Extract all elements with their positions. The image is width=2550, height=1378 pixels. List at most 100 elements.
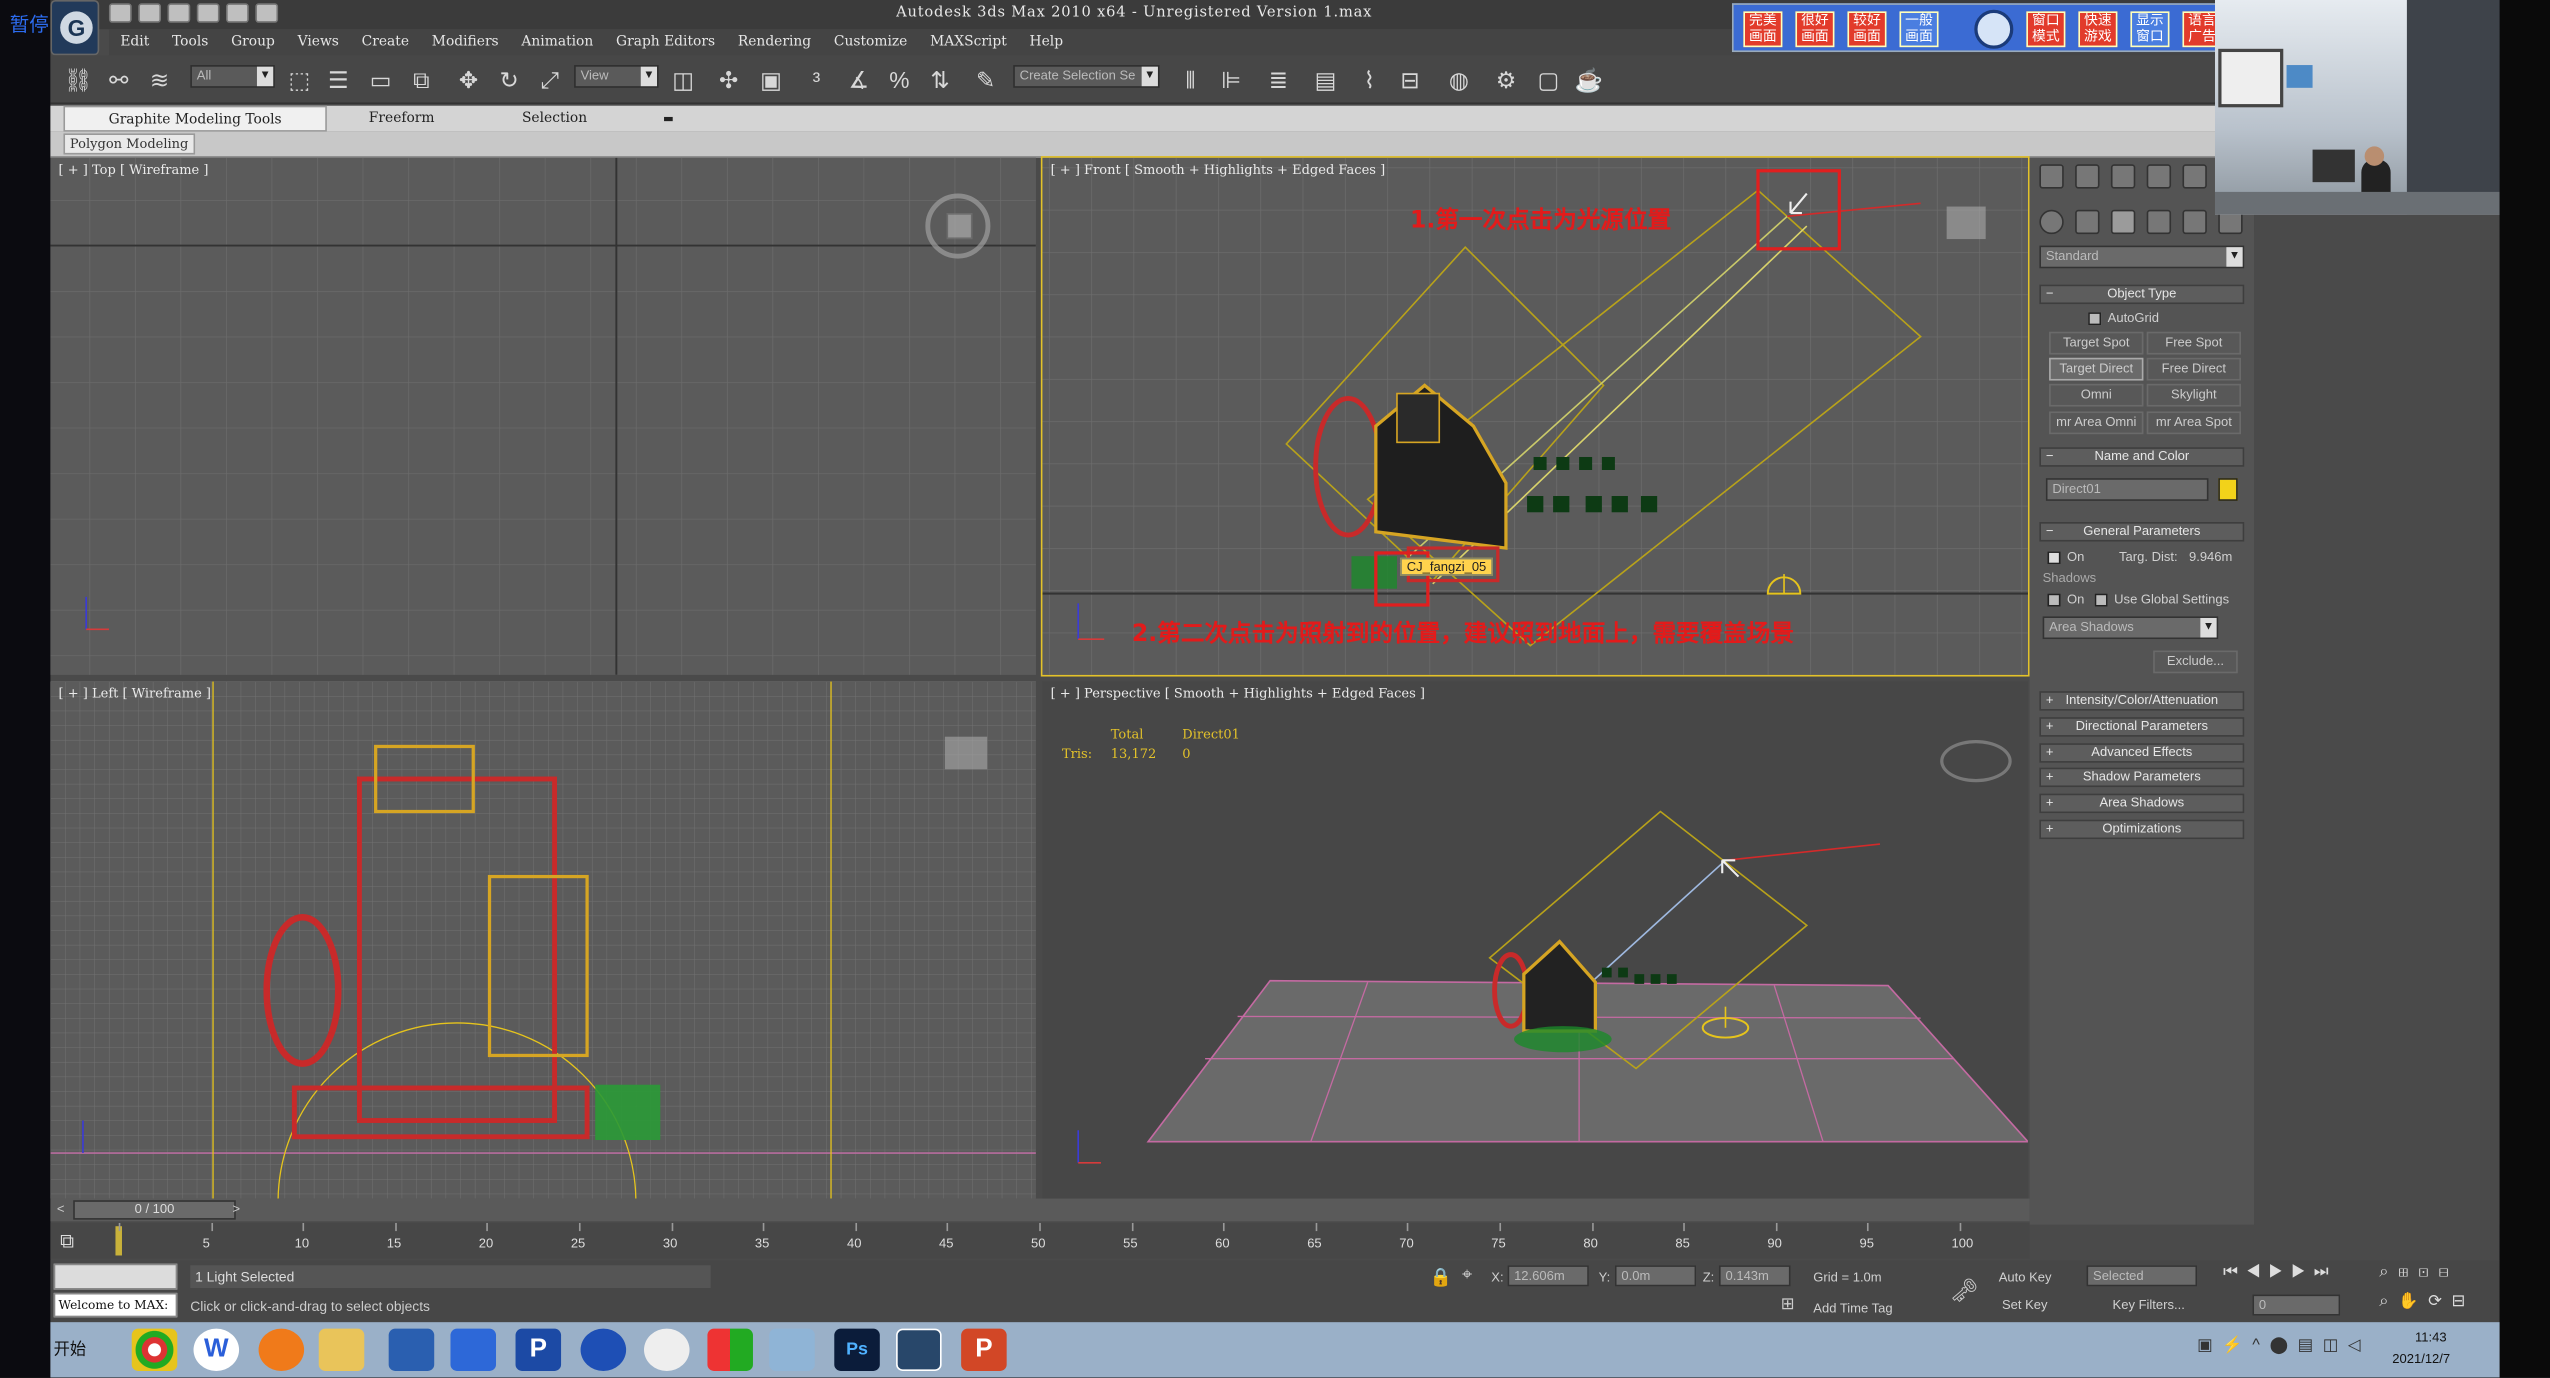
create-tab-icon[interactable] <box>2039 164 2064 189</box>
mr-area-spot-button[interactable]: mr Area Spot <box>2146 411 2242 435</box>
rollout-shadow-parameters[interactable]: + Shadow Parameters <box>2039 767 2245 788</box>
render-setup-icon[interactable]: ⚙ <box>1491 65 1520 94</box>
scale-icon[interactable]: ⤢ <box>535 65 564 94</box>
add-time-tag[interactable]: Add Time Tag <box>1813 1301 1892 1316</box>
time-slider-thumb[interactable]: 0 / 100 <box>73 1200 236 1220</box>
app-paper-icon[interactable] <box>769 1328 815 1371</box>
move-icon[interactable]: ✥ <box>454 65 483 94</box>
ime-button-2[interactable]: 很好 画面 <box>1795 11 1835 48</box>
target-spot-button[interactable]: Target Spot <box>2049 331 2144 355</box>
general-parameters-rollout[interactable]: − General Parameters <box>2039 522 2245 542</box>
redo-icon[interactable] <box>226 3 249 23</box>
viewport-label-top[interactable]: [ + ] Top [ Wireframe ] <box>59 163 209 178</box>
ime-button-5[interactable]: 窗口 模式 <box>2026 11 2066 48</box>
key-mode-dropdown[interactable]: Selected <box>2086 1265 2198 1287</box>
menu-group[interactable]: Group <box>220 29 286 55</box>
display-tab-icon[interactable] <box>2182 164 2207 189</box>
light-category-dropdown[interactable]: Standard ▼ <box>2039 245 2245 269</box>
menu-graph-editors[interactable]: Graph Editors <box>605 29 727 55</box>
app-p-icon[interactable]: P <box>515 1328 562 1371</box>
hierarchy-tab-icon[interactable] <box>2110 164 2136 189</box>
system-tray-icons[interactable]: ▣⚡^⬤▤◫◁ <box>2197 1337 2370 1355</box>
messenger-icon[interactable] <box>450 1328 497 1371</box>
angle-snap-icon[interactable]: ∡ <box>844 65 873 94</box>
app-cloud-icon[interactable] <box>644 1328 690 1371</box>
geometry-icon[interactable] <box>2039 209 2064 235</box>
auto-key-button[interactable]: Auto Key <box>1999 1270 2052 1285</box>
object-name-field[interactable]: Direct01 <box>2045 478 2209 501</box>
save-file-icon[interactable] <box>167 3 191 23</box>
exclude-button[interactable]: Exclude... <box>2153 650 2238 674</box>
name-and-color-rollout[interactable]: − Name and Color <box>2039 447 2245 467</box>
material-editor-icon[interactable]: ◍ <box>1444 65 1473 94</box>
menu-views[interactable]: Views <box>286 29 350 55</box>
shadows-on-checkbox[interactable] <box>2047 593 2061 607</box>
rollout-area-shadows[interactable]: + Area Shadows <box>2039 793 2245 814</box>
object-type-rollout[interactable]: − Object Type <box>2039 284 2245 305</box>
target-direct-button[interactable]: Target Direct <box>2049 357 2144 381</box>
pivot-center-icon[interactable]: ◫ <box>668 65 697 94</box>
motion-tab-icon[interactable] <box>2146 164 2172 189</box>
free-spot-button[interactable]: Free Spot <box>2146 331 2242 355</box>
menu-animation[interactable]: Animation <box>510 29 605 55</box>
select-by-name-icon[interactable]: ☰ <box>324 65 353 94</box>
unlink-icon[interactable]: ⚯ <box>104 65 133 94</box>
menu-create[interactable]: Create <box>350 29 420 55</box>
mini-curve-editor-icon[interactable]: ⧉ <box>60 1229 89 1252</box>
x-coordinate-field[interactable]: 12.606m <box>1507 1265 1589 1287</box>
viewport-nav-controls[interactable]: ⌕⊞⊡⊟ <box>2379 1264 2458 1282</box>
light-on-checkbox[interactable] <box>2047 551 2061 565</box>
skylight-button[interactable]: Skylight <box>2146 383 2242 407</box>
project-folder-icon[interactable] <box>255 3 279 23</box>
viewport-label-left[interactable]: [ + ] Left [ Wireframe ] <box>59 686 211 701</box>
autogrid-checkbox[interactable] <box>2088 312 2102 326</box>
use-global-settings-checkbox[interactable] <box>2094 593 2108 607</box>
viewport-nav-controls-2[interactable]: ⌕✋⟳⊟ <box>2379 1293 2475 1311</box>
layer-manager-icon[interactable]: ≣ <box>1264 65 1293 94</box>
new-file-icon[interactable] <box>108 3 132 23</box>
time-slider-next-icon[interactable]: > <box>233 1202 241 1217</box>
named-selection-set-dropdown[interactable]: Create Selection Se ▼ <box>1013 65 1160 88</box>
ime-settings-icon[interactable] <box>1974 9 2014 49</box>
powerpoint-icon[interactable]: P <box>961 1328 1007 1371</box>
time-slider[interactable]: < 0 / 100 > <box>50 1198 2030 1222</box>
track-bar[interactable]: ⧉ 5 10 15 20 25 30 35 40 45 50 55 60 65 70 75 80 85 90 95 1… <box>50 1222 2030 1259</box>
render-production-icon[interactable]: ☕ <box>1574 65 1603 94</box>
menu-tools[interactable]: Tools <box>161 29 220 55</box>
ime-button-1[interactable]: 完美 画面 <box>1743 11 1783 48</box>
rollout-advanced-effects[interactable]: + Advanced Effects <box>2039 743 2245 763</box>
ime-button-7[interactable]: 显示 窗口 <box>2130 11 2170 48</box>
free-direct-button[interactable]: Free Direct <box>2146 357 2242 381</box>
menu-customize[interactable]: Customize <box>823 29 919 55</box>
cameras-icon[interactable] <box>2146 209 2172 235</box>
app-globe-icon[interactable] <box>580 1328 627 1371</box>
viewport-label-perspective[interactable]: [ + ] Perspective [ Smooth + Highlights … <box>1051 686 1425 701</box>
shapes-icon[interactable] <box>2075 209 2100 235</box>
pause-label[interactable]: 暂停 <box>10 10 49 38</box>
app-menu-button[interactable]: G <box>50 0 100 56</box>
lights-icon[interactable] <box>2110 209 2136 235</box>
rollout-directional-parameters[interactable]: + Directional Parameters <box>2039 717 2245 737</box>
schematic-view-icon[interactable]: ⊟ <box>1395 65 1424 94</box>
browser-w-icon[interactable]: W <box>193 1328 240 1371</box>
maxscript-listener-top[interactable] <box>53 1263 178 1290</box>
spinner-snap-icon[interactable]: ⇅ <box>925 65 954 94</box>
open-file-icon[interactable] <box>138 3 162 23</box>
rollout-optimizations[interactable]: + Optimizations <box>2039 819 2245 840</box>
window-crossing-icon[interactable]: ⧉ <box>407 65 436 94</box>
bind-spacewarp-icon[interactable]: ≋ <box>145 65 174 94</box>
ribbon-minimize-icon[interactable]: ▬ <box>659 106 679 132</box>
menu-edit[interactable]: Edit <box>109 29 161 55</box>
link-icon[interactable]: ⛓ <box>63 65 93 94</box>
object-color-swatch[interactable] <box>2218 478 2238 501</box>
reference-coordinate-dropdown[interactable]: View ▼ <box>574 65 659 88</box>
omni-button[interactable]: Omni <box>2049 383 2144 407</box>
set-key-button[interactable]: Set Key <box>2002 1298 2048 1313</box>
snaps-toggle-icon[interactable]: ³ <box>802 65 831 94</box>
viewcube-icon[interactable] <box>925 193 991 259</box>
select-object-icon[interactable]: ⬚ <box>285 65 314 94</box>
file-explorer-icon[interactable] <box>318 1328 365 1371</box>
polygon-modeling-panel[interactable]: Polygon Modeling <box>63 133 195 155</box>
photoshop-icon[interactable]: Ps <box>834 1328 880 1371</box>
viewport-front[interactable]: [ + ] Front [ Smooth + Highlights + Edge… <box>1040 156 2030 677</box>
